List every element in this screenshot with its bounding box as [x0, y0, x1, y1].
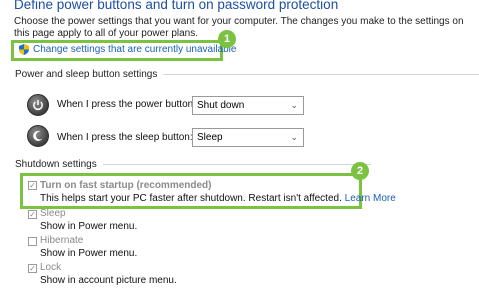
uac-shield-icon [19, 44, 29, 55]
fast-startup-checkbox[interactable]: ✓ [28, 181, 37, 190]
sleep-option-desc: Show in Power menu. [40, 221, 138, 232]
chevron-down-icon: ⌄ [290, 132, 298, 142]
chevron-down-icon: ⌄ [290, 100, 298, 110]
power-sleep-section-heading: Power and sleep button settings [15, 69, 479, 80]
sleep-button-selected-value: Sleep [197, 132, 223, 143]
lock-option-label: Lock [40, 262, 62, 273]
power-symbol-icon [33, 100, 43, 111]
lock-checkbox[interactable]: ✓ [28, 264, 37, 273]
hibernate-option-label: Hibernate [40, 235, 84, 246]
checkmark-icon: ✓ [29, 264, 36, 273]
lock-option-desc: Show in account picture menu. [40, 275, 177, 286]
power-button-select[interactable]: Shut down ⌄ [192, 96, 304, 115]
callout-badge-1: 1 [218, 30, 236, 48]
section-divider [102, 164, 371, 165]
moon-icon [27, 125, 49, 147]
hibernate-option-desc: Show in Power menu. [40, 248, 138, 259]
section-divider [163, 74, 479, 75]
shutdown-section-heading: Shutdown settings [15, 159, 371, 170]
sleep-checkbox[interactable]: ✓ [28, 210, 37, 219]
power-sleep-heading-text: Power and sleep button settings [15, 69, 158, 80]
power-icon [27, 94, 49, 116]
power-button-label: When I press the power button: [57, 99, 196, 110]
hibernate-checkbox[interactable] [28, 237, 37, 246]
page-intro: Choose the power settings that you want … [14, 16, 464, 38]
page-title: Define power buttons and turn on passwor… [14, 0, 339, 12]
change-unavailable-settings-link[interactable]: Change settings that are currently unava… [19, 44, 236, 55]
shutdown-heading-text: Shutdown settings [15, 159, 97, 170]
sleep-button-select[interactable]: Sleep ⌄ [192, 128, 304, 147]
change-unavailable-settings-label: Change settings that are currently unava… [33, 44, 237, 55]
fast-startup-description: This helps start your PC faster after sh… [40, 193, 396, 204]
callout-badge-2: 2 [351, 162, 369, 180]
checkmark-icon: ✓ [29, 210, 36, 219]
fast-startup-desc-text: This helps start your PC faster after sh… [40, 193, 342, 204]
learn-more-link[interactable]: Learn More [345, 193, 396, 204]
checkmark-icon: ✓ [29, 181, 36, 190]
power-button-selected-value: Shut down [197, 100, 245, 111]
sleep-button-label: When I press the sleep button: [57, 132, 193, 143]
fast-startup-label: Turn on fast startup (recommended) [40, 180, 212, 191]
sleep-option-label: Sleep [40, 208, 66, 219]
crescent-moon-icon [33, 130, 43, 141]
